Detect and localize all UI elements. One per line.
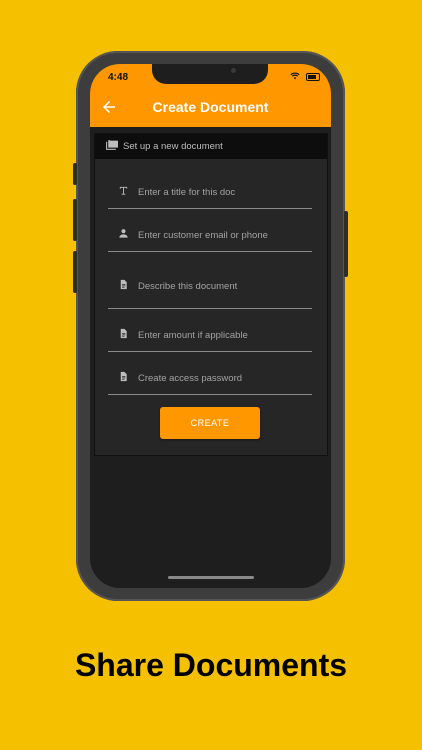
title-field xyxy=(108,177,312,209)
document-icon xyxy=(120,328,127,339)
document-icon xyxy=(120,371,127,382)
phone-screen: 4:48 Create Document Set up a new docume… xyxy=(90,64,331,588)
wifi-icon xyxy=(290,72,300,80)
phone-power-button xyxy=(344,211,348,277)
title-input[interactable] xyxy=(138,185,306,199)
create-button[interactable]: CREATE xyxy=(160,407,260,439)
card-header-label: Set up a new document xyxy=(123,141,223,152)
password-field xyxy=(108,363,312,395)
status-bar: 4:48 xyxy=(90,64,331,89)
phone-volume-up xyxy=(73,199,77,241)
password-input[interactable] xyxy=(138,371,306,385)
app-bar: Create Document xyxy=(90,89,331,127)
battery-icon xyxy=(306,73,320,81)
folders-icon xyxy=(106,140,118,150)
page-title: Create Document xyxy=(152,99,269,115)
customer-field xyxy=(108,220,312,252)
amount-field xyxy=(108,320,312,352)
description-field xyxy=(108,263,312,309)
status-time: 4:48 xyxy=(108,72,129,83)
promo-caption: Share Documents xyxy=(74,647,348,683)
phone-volume-down xyxy=(73,251,77,293)
card-header: Set up a new document xyxy=(95,134,327,159)
camera-icon xyxy=(231,68,236,73)
phone-mute-switch xyxy=(73,163,77,185)
document-form-card: Set up a new document Enter a title for … xyxy=(94,133,328,456)
description-input[interactable] xyxy=(138,279,306,293)
person-icon xyxy=(119,229,128,238)
amount-input[interactable] xyxy=(138,328,306,342)
document-icon xyxy=(120,279,127,290)
home-indicator[interactable] xyxy=(168,576,254,579)
phone-frame: 4:48 Create Document Set up a new docume… xyxy=(73,51,348,601)
notch xyxy=(152,64,268,84)
customer-input[interactable] xyxy=(138,228,306,242)
text-format-icon xyxy=(119,186,128,195)
